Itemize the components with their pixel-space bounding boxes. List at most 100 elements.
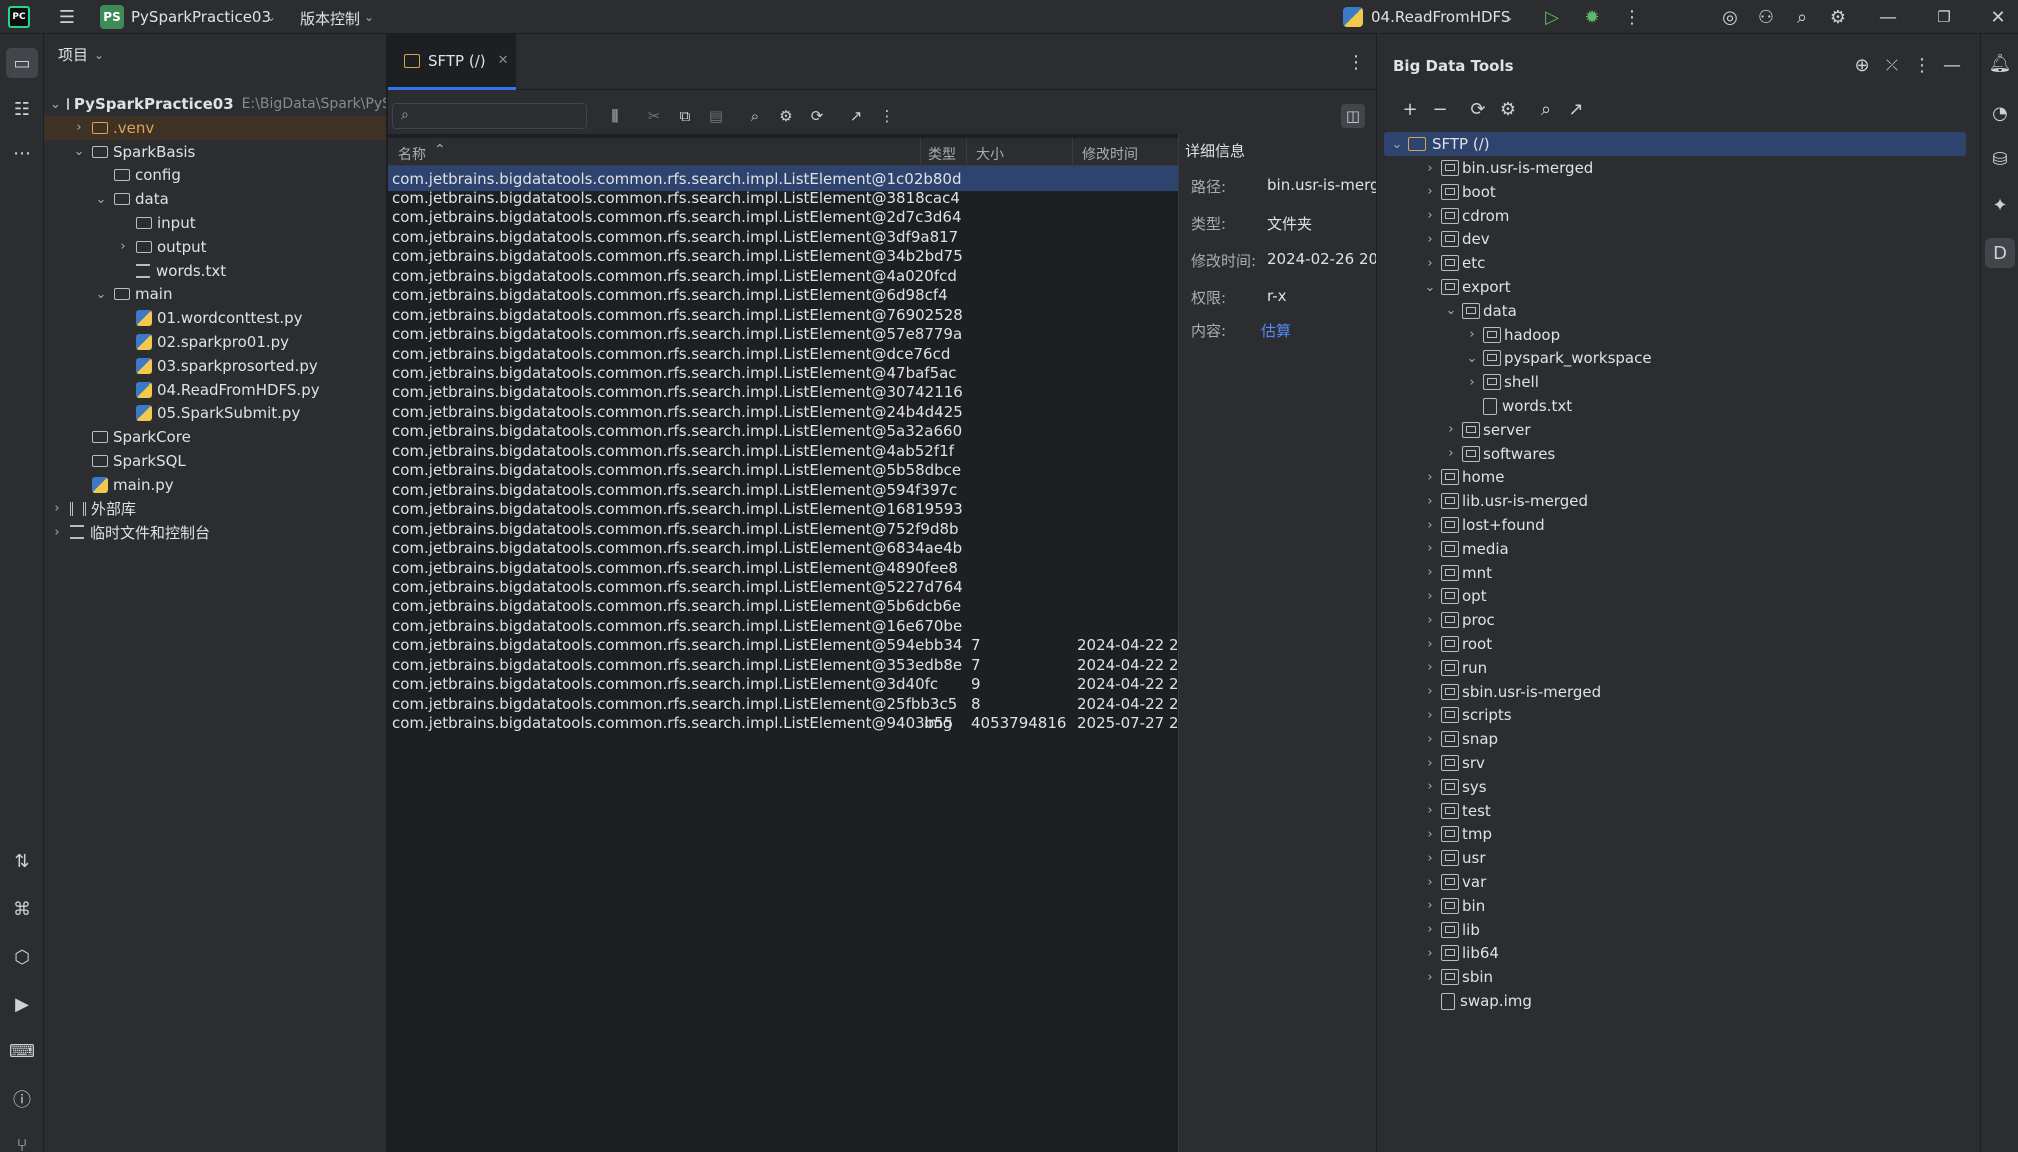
chevron-right-icon[interactable]: ›: [1463, 375, 1481, 390]
chevron-right-icon[interactable]: ›: [50, 525, 64, 540]
chevron-down-icon[interactable]: ⌄: [94, 192, 108, 207]
database-icon[interactable]: ⛁: [1985, 144, 2015, 174]
project-tree-item[interactable]: 03.sparkprosorted.py: [44, 354, 386, 378]
chevron-right-icon[interactable]: ›: [1421, 779, 1439, 794]
chevron-right-icon[interactable]: ›: [1421, 208, 1439, 223]
more-vertical-icon[interactable]: ⋮: [877, 106, 897, 126]
chevron-down-icon[interactable]: ⌄: [94, 287, 108, 302]
ai-assistant-icon[interactable]: ◎: [1718, 5, 1742, 29]
bdt-tree-item[interactable]: › snap: [1421, 727, 1498, 751]
project-tree-item[interactable]: 01.wordconttest.py: [44, 306, 386, 330]
vcs-menu[interactable]: 版本控制: [300, 8, 360, 29]
bdt-tree-item[interactable]: › mnt: [1421, 561, 1492, 585]
locate-target-icon[interactable]: ⊕: [1851, 53, 1873, 77]
project-tree-item[interactable]: SparkCore: [44, 425, 386, 449]
bdt-tree-item[interactable]: ⌄ pyspark_workspace: [1463, 346, 1652, 370]
project-tree-item[interactable]: words.txt: [44, 259, 386, 283]
chevron-down-icon[interactable]: ⌄: [50, 97, 61, 112]
chevron-right-icon[interactable]: ›: [1442, 422, 1460, 437]
bdt-tree-item[interactable]: › bin: [1421, 894, 1485, 918]
bdt-tree-item[interactable]: › sbin: [1421, 965, 1493, 989]
chevron-right-icon[interactable]: ›: [72, 120, 86, 135]
settings-gear-icon[interactable]: ⚙: [1497, 98, 1519, 120]
column-name[interactable]: 名称: [398, 144, 426, 164]
chevron-right-icon[interactable]: ›: [1421, 732, 1439, 747]
terminal-icon[interactable]: ⌨: [6, 1036, 38, 1066]
project-tree-item[interactable]: 04.ReadFromHDFS.py: [44, 378, 386, 402]
chevron-right-icon[interactable]: ›: [1421, 898, 1439, 913]
project-switcher[interactable]: PySparkPractice03: [131, 8, 271, 26]
bdt-tree-item[interactable]: › lib64: [1421, 941, 1499, 965]
open-external-icon[interactable]: ↗: [846, 106, 866, 126]
bdt-tree-item[interactable]: › cdrom: [1421, 204, 1509, 228]
main-menu-icon[interactable]: ☰: [56, 6, 78, 28]
bdt-tree-item[interactable]: › media: [1421, 537, 1508, 561]
bdt-tree-item[interactable]: › scripts: [1421, 703, 1511, 727]
bdt-tree-item[interactable]: swap.img: [1421, 989, 1532, 1013]
chevron-right-icon[interactable]: ›: [50, 501, 64, 516]
refresh-icon[interactable]: ⟳: [1467, 98, 1489, 120]
file-row[interactable]: com.jetbrains.bigdatatools.common.rfs.se…: [388, 711, 1178, 736]
project-tree-item[interactable]: › .venv: [44, 115, 386, 140]
chevron-right-icon[interactable]: ›: [1421, 470, 1439, 485]
bdt-tree-item[interactable]: › dev: [1421, 227, 1489, 251]
project-tree-item[interactable]: ⌄ data: [44, 187, 386, 211]
services-run-icon[interactable]: ▶: [6, 989, 38, 1019]
chevron-right-icon[interactable]: ›: [1421, 946, 1439, 961]
minimize-icon[interactable]: —: [1876, 5, 1900, 29]
close-tab-icon[interactable]: ✕: [498, 53, 509, 68]
search-input[interactable]: ⌕: [392, 103, 587, 129]
debug-bug-icon[interactable]: ✹: [1580, 5, 1604, 29]
run-icon[interactable]: ▷: [1540, 5, 1564, 29]
bdt-tree-item[interactable]: › server: [1442, 418, 1530, 442]
run-config-selector[interactable]: 04.ReadFromHDFS: [1371, 8, 1510, 26]
chevron-right-icon[interactable]: ›: [1421, 256, 1439, 271]
bdt-tree-item[interactable]: › opt: [1421, 584, 1486, 608]
big-data-tools-icon[interactable]: D: [1985, 238, 2015, 268]
more-vertical-icon[interactable]: ⋮: [1911, 53, 1933, 77]
columns-icon[interactable]: ⫼: [605, 106, 625, 126]
open-external-icon[interactable]: ↗: [1565, 98, 1587, 120]
structure-icon[interactable]: ☷: [6, 94, 38, 124]
bdt-tree-item[interactable]: › tmp: [1421, 822, 1492, 846]
close-window-icon[interactable]: ✕: [1986, 5, 2010, 29]
column-modified[interactable]: 修改时间: [1082, 144, 1138, 164]
project-tree-item[interactable]: 02.sparkpro01.py: [44, 330, 386, 354]
bdt-tree-item[interactable]: › var: [1421, 870, 1486, 894]
bdt-tree-item[interactable]: › boot: [1421, 180, 1495, 204]
python-packages-icon[interactable]: ⬡: [6, 942, 38, 972]
chevron-right-icon[interactable]: ›: [1421, 803, 1439, 818]
bdt-tree-item[interactable]: ⌄ export: [1421, 275, 1511, 299]
search-icon[interactable]: ⌕: [1535, 98, 1557, 120]
settings-gear-icon[interactable]: ⚙: [776, 106, 796, 126]
project-tree-item[interactable]: › 临时文件和控制台: [44, 520, 386, 544]
chevron-right-icon[interactable]: ›: [1421, 184, 1439, 199]
project-tree-item[interactable]: SparkSQL: [44, 449, 386, 473]
bdt-tree-item[interactable]: › sbin.usr-is-merged: [1421, 680, 1601, 704]
more-tools-icon[interactable]: ⋯: [6, 138, 38, 168]
chevron-right-icon[interactable]: ›: [1421, 875, 1439, 890]
copy-icon[interactable]: ⧉: [675, 106, 695, 126]
chevron-right-icon[interactable]: ›: [1463, 327, 1481, 342]
chevron-down-icon[interactable]: ⌄: [1388, 137, 1406, 152]
chevron-right-icon[interactable]: ›: [1421, 541, 1439, 556]
commit-arrows-icon[interactable]: ⇅: [6, 846, 38, 876]
bdt-tree-item[interactable]: › hadoop: [1463, 323, 1560, 347]
bdt-tree-item[interactable]: › root: [1421, 632, 1492, 656]
bdt-tree-item[interactable]: › bin.usr-is-merged: [1421, 156, 1593, 180]
bdt-tree-item[interactable]: › sys: [1421, 775, 1486, 799]
bdt-tree-item[interactable]: › lib: [1421, 918, 1479, 942]
chevron-right-icon[interactable]: ›: [116, 239, 130, 254]
bdt-tree-item[interactable]: › proc: [1421, 608, 1494, 632]
search-icon[interactable]: ⌕: [1790, 5, 1814, 29]
project-tree-item[interactable]: input: [44, 211, 386, 235]
collapse-icon[interactable]: ⤫: [1881, 53, 1903, 77]
project-badge[interactable]: PS: [100, 5, 124, 29]
remove-icon[interactable]: −: [1429, 98, 1451, 120]
bdt-tree-item[interactable]: › shell: [1463, 370, 1539, 394]
more-vertical-icon[interactable]: ⋮: [1620, 5, 1644, 29]
chevron-right-icon[interactable]: ›: [1421, 756, 1439, 771]
refresh-icon[interactable]: ⟳: [807, 106, 827, 126]
chevron-right-icon[interactable]: ›: [1421, 589, 1439, 604]
chevron-down-icon[interactable]: ⌄: [1442, 303, 1460, 318]
